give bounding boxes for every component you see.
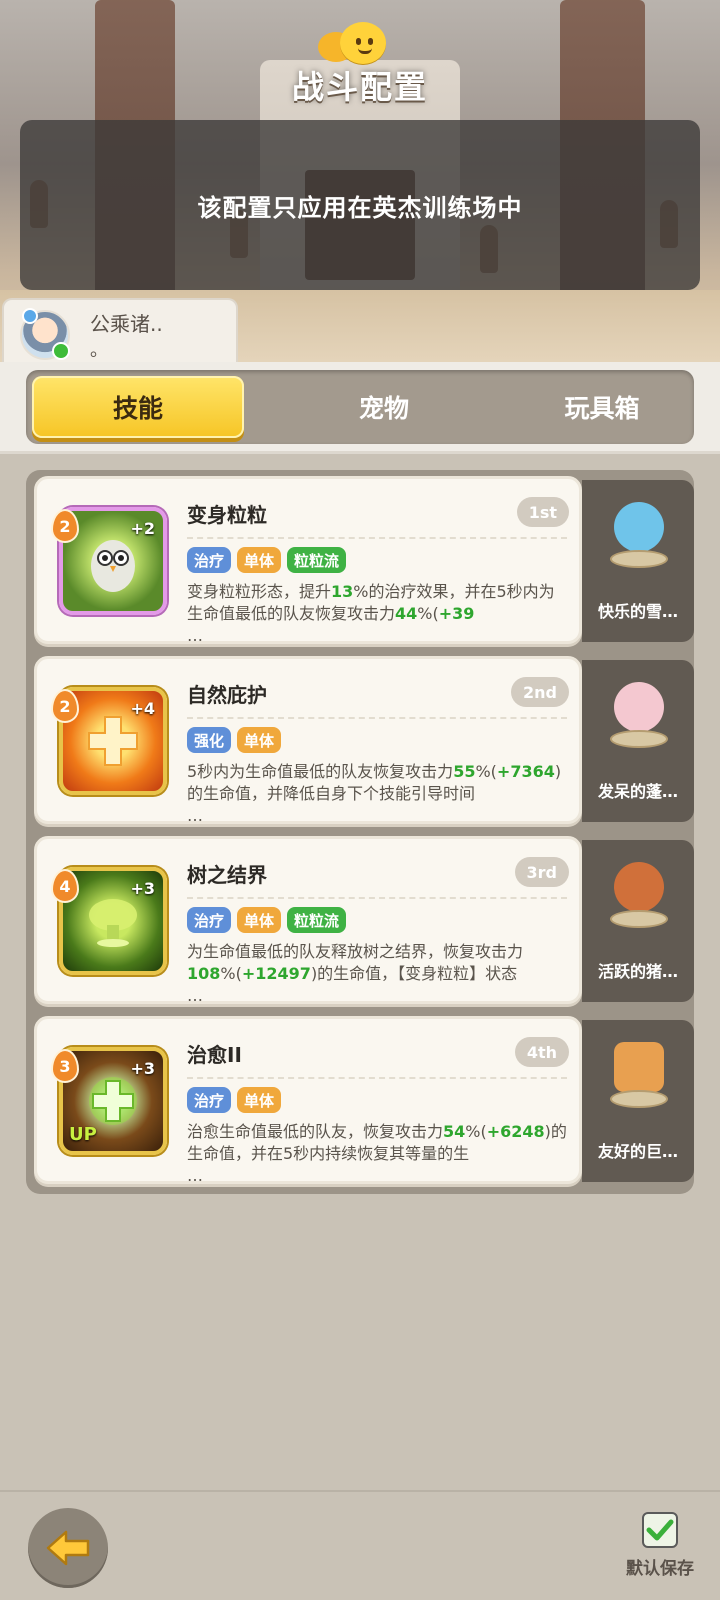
- rank-badge: 1st: [516, 497, 569, 527]
- player-name-suffix: 。: [90, 340, 108, 361]
- pet-name: 发呆的蓬…: [597, 782, 678, 801]
- skill-description: 5秒内为生命值最低的队友恢复攻击力55%(+7364)的生命值，并降低自身下个技…: [187, 762, 562, 825]
- plus-badge: +3: [130, 1059, 155, 1078]
- rank-badge: 4th: [514, 1037, 569, 1067]
- save-label: 默认保存: [626, 1559, 694, 1579]
- tag: 单体: [237, 727, 282, 753]
- skill-description: 为生命值最低的队友释放树之结界，恢复攻击力108%(+12497)的生命值，【变…: [187, 942, 524, 1005]
- skill-card[interactable]: +2 2 变身粒粒 1st 治疗 单体 粒粒流 变身粒粒形态，提升13%的治疗效…: [34, 476, 582, 645]
- pet-slot[interactable]: 友好的巨…: [582, 1020, 694, 1182]
- pet-slot[interactable]: 活跃的猪…: [582, 840, 694, 1002]
- skill-row[interactable]: 快乐的雪… +2 2 变身粒粒 1st 治疗 单体 粒粒流 变身粒粒形态，提升1…: [34, 476, 694, 645]
- tag: 粒粒流: [287, 547, 347, 573]
- checkmark-icon: [646, 1519, 674, 1541]
- pet-name: 活跃的猪…: [597, 962, 678, 981]
- skill-name: 治愈II: [187, 1043, 242, 1067]
- tag: 治疗: [187, 1087, 232, 1113]
- tab-pets[interactable]: 宠物: [278, 376, 490, 438]
- player-name: 公乘诸..: [90, 312, 163, 336]
- pet-name: 友好的巨…: [597, 1142, 678, 1161]
- back-button[interactable]: [28, 1508, 108, 1588]
- skill-name: 自然庇护: [187, 683, 267, 707]
- skill-row[interactable]: 发呆的蓬… +4 2 自然庇护 2nd 强化 单体 5秒内为生命值最低的队友恢复…: [34, 656, 694, 825]
- tag: 单体: [237, 547, 282, 573]
- skill-name: 变身粒粒: [187, 503, 267, 527]
- pet-snow-icon: [604, 494, 674, 574]
- page-title: 战斗配置: [291, 68, 428, 106]
- plus-badge: +4: [130, 699, 155, 718]
- level-drop-icon: 2: [51, 509, 79, 543]
- back-arrow-icon: [46, 1530, 90, 1566]
- tab-skills[interactable]: 技能: [32, 376, 244, 438]
- skill-description: 变身粒粒形态，提升13%的治疗效果，并在5秒内为生命值最低的队友恢复攻击力44%…: [187, 582, 555, 645]
- level-drop-icon: 3: [51, 1049, 79, 1083]
- notice-banner: 该配置只应用在英杰训练场中: [20, 120, 700, 290]
- tab-toybox[interactable]: 玩具箱: [496, 376, 708, 438]
- online-badge-icon: [52, 342, 70, 360]
- skill-row[interactable]: 友好的巨… +3 UP 3 治愈II 4th 治疗 单体 治愈生命值最低的队友，…: [34, 1016, 694, 1185]
- pet-fluffy-icon: [604, 674, 674, 754]
- refresh-icon: [22, 308, 38, 324]
- skill-list: 快乐的雪… +2 2 变身粒粒 1st 治疗 单体 粒粒流 变身粒粒形态，提升1…: [26, 470, 694, 1194]
- skill-row[interactable]: 活跃的猪… +3 4 树之结界 3rd 治疗 单体 粒粒流 为生命值最低的队友释…: [34, 836, 694, 1005]
- tag: 粒粒流: [287, 907, 347, 933]
- pet-slot[interactable]: 发呆的蓬…: [582, 660, 694, 822]
- notice-text: 该配置只应用在英杰训练场中: [197, 193, 523, 222]
- checkbox[interactable]: [642, 1512, 678, 1548]
- tag: 治疗: [187, 907, 232, 933]
- default-save-button[interactable]: 默认保存: [610, 1512, 710, 1579]
- skill-name: 树之结界: [187, 863, 267, 887]
- player-card[interactable]: 公乘诸.. 。: [2, 298, 238, 368]
- skill-description: 治愈生命值最低的队友，恢复攻击力54%(+6248)的生命值，并在5秒内持续恢复…: [187, 1122, 567, 1185]
- up-badge: UP: [69, 1124, 97, 1145]
- plus-badge: +3: [130, 879, 155, 898]
- level-drop-icon: 2: [51, 689, 79, 723]
- tab-bar: 技能 宠物 玩具箱: [26, 370, 694, 444]
- pet-name: 快乐的雪…: [597, 602, 678, 621]
- level-drop-icon: 4: [51, 869, 79, 903]
- tag: 强化: [187, 727, 232, 753]
- rank-badge: 3rd: [514, 857, 569, 887]
- rank-badge: 2nd: [511, 677, 569, 707]
- skill-card[interactable]: +3 4 树之结界 3rd 治疗 单体 粒粒流 为生命值最低的队友释放树之结界，…: [34, 836, 582, 1005]
- pet-giant-icon: [604, 1034, 674, 1114]
- tag: 治疗: [187, 547, 232, 573]
- pet-boar-icon: [604, 854, 674, 934]
- tag: 单体: [237, 1087, 282, 1113]
- skill-card[interactable]: +4 2 自然庇护 2nd 强化 单体 5秒内为生命值最低的队友恢复攻击力55%…: [34, 656, 582, 825]
- plus-badge: +2: [130, 519, 155, 538]
- tag: 单体: [237, 907, 282, 933]
- skill-card[interactable]: +3 UP 3 治愈II 4th 治疗 单体 治愈生命值最低的队友，恢复攻击力5…: [34, 1016, 582, 1185]
- pet-slot[interactable]: 快乐的雪…: [582, 480, 694, 642]
